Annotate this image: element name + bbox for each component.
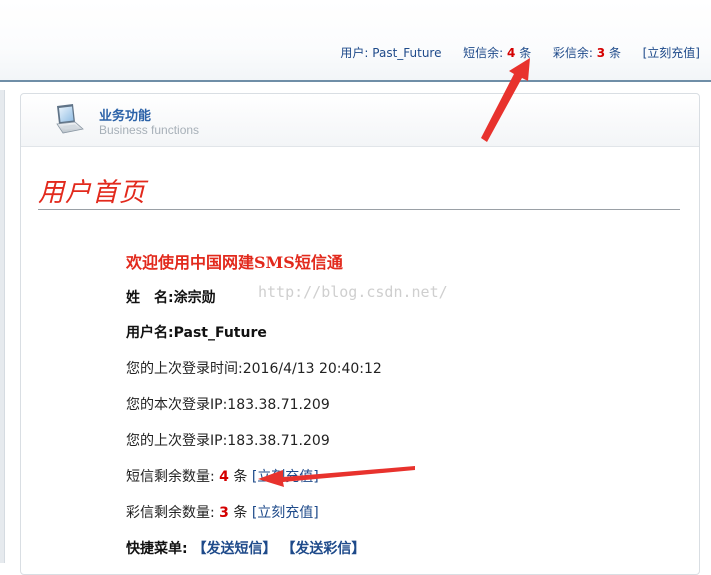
send-sms-link[interactable]: 【发送短信】	[192, 541, 276, 557]
header-username: Past_Future	[372, 46, 442, 60]
quick-menu-row: 快捷菜单: 【发送短信】 【发送彩信】	[126, 538, 365, 558]
welcome-message: 欢迎使用中国网建SMS短信通	[126, 253, 343, 272]
sms-recharge-link[interactable]: [立刻充值]	[252, 469, 319, 485]
mms-remaining-unit: 条	[233, 505, 248, 521]
sms-balance-label: 短信余:	[463, 46, 504, 60]
mms-remaining-label: 彩信剩余数量:	[126, 505, 215, 521]
main-panel: 业务功能 Business functions	[20, 93, 700, 575]
top-header: 用户: Past_Future 短信余: 4 条 彩信余: 3 条 [立刻充值]	[0, 0, 711, 82]
last-login-ip-label: 您的上次登录IP:	[126, 433, 228, 449]
sms-balance-count: 4	[507, 46, 516, 60]
last-login-time-row: 您的上次登录时间:2016/4/13 20:40:12	[126, 358, 382, 378]
mms-balance-count: 3	[596, 46, 606, 60]
laptop-icon	[51, 102, 85, 136]
sms-remaining-count: 4	[219, 469, 229, 485]
panel-title: 业务功能	[99, 109, 152, 124]
send-mms-link[interactable]: 【发送彩信】	[281, 541, 365, 557]
mms-remaining-row: 彩信剩余数量: 3 条 [立刻充值]	[126, 502, 319, 522]
last-login-time-value: 2016/4/13 20:40:12	[242, 361, 382, 377]
user-label: 用户:	[340, 46, 369, 60]
name-row: 姓 名:涂宗勋	[126, 287, 216, 307]
current-login-ip-row: 您的本次登录IP:183.38.71.209	[126, 394, 330, 414]
sms-remaining-unit: 条	[233, 469, 248, 485]
name-value: 涂宗勋	[173, 290, 216, 306]
last-login-time-label: 您的上次登录时间:	[126, 361, 243, 377]
username-label: 用户名:	[126, 325, 174, 341]
watermark: http://blog.csdn.net/	[258, 283, 448, 301]
header-recharge-link[interactable]: [立刻充值]	[643, 46, 700, 60]
panel-subtitle: Business functions	[99, 123, 200, 137]
last-login-ip-row: 您的上次登录IP:183.38.71.209	[126, 430, 330, 450]
sms-remaining-label: 短信剩余数量:	[126, 469, 215, 485]
name-label: 姓 名:	[126, 290, 174, 306]
mms-balance-label: 彩信余:	[552, 46, 593, 60]
mms-remaining-count: 3	[219, 505, 229, 521]
username-row: 用户名:Past_Future	[126, 322, 267, 342]
current-login-ip-label: 您的本次登录IP:	[126, 397, 228, 413]
page-title: 用户首页	[38, 178, 147, 208]
last-login-ip-value: 183.38.71.209	[227, 433, 330, 449]
user-info-bar: 用户: Past_Future 短信余: 4 条 彩信余: 3 条 [立刻充值]	[340, 44, 700, 61]
sms-remaining-row: 短信剩余数量: 4 条 [立刻充值]	[126, 466, 319, 486]
quick-menu-label: 快捷菜单:	[126, 541, 188, 557]
title-divider	[38, 209, 680, 210]
panel-header: 业务功能 Business functions	[21, 94, 699, 147]
mms-balance-unit: 条	[608, 46, 621, 60]
sms-balance-unit: 条	[519, 46, 532, 60]
left-edge-strip	[0, 90, 5, 563]
current-login-ip-value: 183.38.71.209	[227, 397, 330, 413]
username-value: Past_Future	[173, 325, 267, 341]
mms-recharge-link[interactable]: [立刻充值]	[252, 505, 319, 521]
